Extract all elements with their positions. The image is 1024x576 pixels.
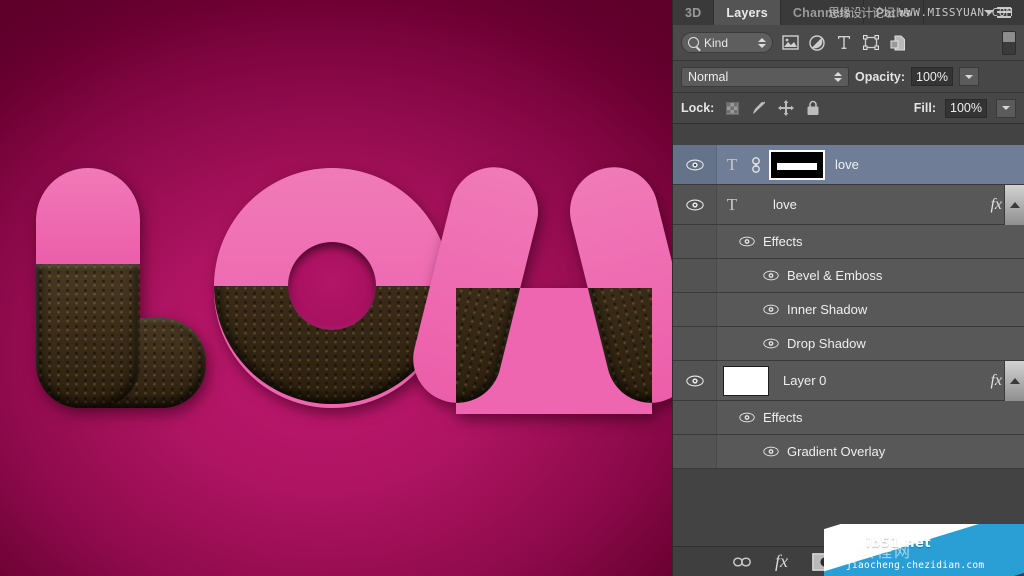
table-row[interactable]: Layer 0 fx [673,360,1024,401]
opacity-input[interactable]: 100% [911,67,954,86]
layer-name[interactable]: Layer 0 [769,373,826,388]
lock-label: Lock: [681,101,715,115]
letter-L-chocolate-stem [36,264,140,408]
list-item[interactable]: Effects [673,401,1024,435]
layer-mask-thumbnail[interactable] [769,149,825,180]
lock-image-pixels-icon[interactable] [750,99,768,117]
list-item[interactable]: Inner Shadow [673,293,1024,327]
fill-input[interactable]: 100% [945,98,987,118]
image-filter-icon[interactable] [780,33,800,53]
fill-label: Fill: [913,101,936,115]
letter-L [36,168,206,408]
effects-group-label: Effects [763,234,803,249]
triangle-up-icon[interactable] [1004,360,1024,401]
layers-bottom-toolbar: fx [673,546,1024,576]
opacity-dropdown-icon[interactable] [959,67,980,86]
list-item[interactable]: Gradient Overlay [673,435,1024,469]
triangle-up-icon[interactable] [1004,184,1024,225]
eye-icon[interactable] [763,270,779,281]
effects-eye-spacer [673,401,717,434]
eye-icon[interactable] [763,338,779,349]
layer-filter-row: Kind [673,25,1024,61]
letter-V-chocolate-bottom [456,288,652,414]
effect-bevel-and-emboss[interactable]: Bevel & Emboss [787,268,882,283]
layer-fx-badge[interactable]: fx [990,196,1004,214]
effects-eye-spacer [673,293,717,326]
eye-icon [685,375,704,386]
opacity-label: Opacity: [855,69,906,84]
type-filter-icon[interactable] [834,33,854,53]
tab-channels[interactable]: Channels [780,0,864,25]
smart-object-filter-icon[interactable] [888,33,908,53]
effect-inner-shadow[interactable]: Inner Shadow [787,302,867,317]
tab-paths[interactable]: Paths [863,0,924,25]
chevron-updown-icon[interactable] [834,71,842,82]
table-row[interactable]: T love fx [673,184,1024,225]
photoshop-canvas[interactable] [0,0,672,576]
adjustment-filter-icon[interactable] [807,33,827,53]
table-row[interactable]: T love [673,145,1024,185]
list-item[interactable]: Drop Shadow [673,327,1024,361]
blend-mode-value: Normal [688,69,729,84]
link-layers-icon[interactable] [733,556,751,568]
effects-group-label: Effects [763,410,803,425]
eye-icon[interactable] [739,236,755,247]
add-layer-style-icon[interactable]: fx [775,551,788,572]
layer-name[interactable]: love [825,157,859,172]
artwork-word-lov [0,0,672,576]
layer-visibility-toggle[interactable] [673,185,717,224]
list-item[interactable]: Effects [673,225,1024,259]
link-mask-icon[interactable] [747,156,765,174]
eye-icon[interactable] [739,412,755,423]
layer-fx-badge[interactable]: fx [990,372,1004,390]
effects-eye-spacer [673,435,717,468]
type-thumbnail-icon: T [726,194,738,214]
tab-3d[interactable]: 3D [673,0,715,25]
updown-stepper-icon[interactable] [758,37,766,48]
tab-3d-label: 3D [685,5,702,20]
layer-visibility-toggle[interactable] [673,145,717,184]
tab-paths-label: Paths [875,5,911,20]
letter-O-counter-hole [288,242,376,330]
screenshot-root: 3D Layers Channels Paths Kind Normal Opa… [0,0,1024,576]
layers-panel: 3D Layers Channels Paths Kind Normal Opa… [672,0,1024,576]
layer-visibility-toggle[interactable] [673,361,717,400]
filter-kind-label: Kind [704,35,729,50]
shape-filter-icon[interactable] [861,33,881,53]
eye-icon[interactable] [763,304,779,315]
eye-icon [685,199,704,210]
eye-icon [685,159,704,170]
tab-layers[interactable]: Layers [714,0,781,25]
type-thumbnail-icon: T [726,154,738,174]
panel-menu-icon[interactable] [984,4,1018,20]
layer-thumbnail[interactable] [723,365,769,396]
lock-position-icon[interactable] [777,99,795,117]
effects-eye-spacer [673,259,717,292]
panel-tab-bar: 3D Layers Channels Paths [673,0,1024,25]
list-item[interactable]: Bevel & Emboss [673,259,1024,293]
filter-enable-toggle[interactable] [1002,30,1016,55]
effects-eye-spacer [673,327,717,360]
tab-layers-label: Layers [726,5,768,20]
fill-dropdown-icon[interactable] [996,98,1016,118]
blend-mode-row: Normal Opacity: 100% [673,61,1024,93]
effect-drop-shadow[interactable]: Drop Shadow [787,336,866,351]
layers-empty-area[interactable] [673,469,1024,546]
layers-list[interactable]: T love T love fx Effects Bevel & Emboss … [673,145,1024,546]
layer-name[interactable]: love [747,197,797,212]
add-layer-mask-icon[interactable] [812,552,838,571]
search-icon [688,37,699,48]
letter-L-pink-top [36,168,140,264]
lock-all-icon[interactable] [804,99,822,117]
letter-V [403,157,672,414]
effect-gradient-overlay[interactable]: Gradient Overlay [787,444,885,459]
blend-mode-select[interactable]: Normal [681,66,849,87]
lock-row: Lock: Fill: 100% [673,93,1024,124]
eye-icon[interactable] [763,446,779,457]
effects-eye-spacer [673,225,717,258]
tab-channels-label: Channels [792,5,851,20]
lock-transparency-icon[interactable] [723,99,741,117]
filter-kind-select[interactable]: Kind [681,32,773,53]
